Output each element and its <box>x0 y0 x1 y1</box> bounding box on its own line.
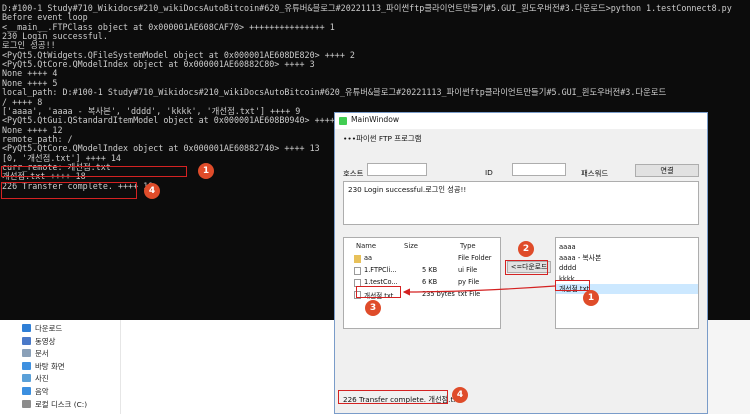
highlight-status <box>338 390 448 404</box>
nav-item-label: 동영상 <box>35 336 56 346</box>
remote-list-item[interactable]: aaaa <box>556 242 698 252</box>
nav-item[interactable]: 문서 <box>22 347 49 360</box>
explorer-margin <box>708 320 750 414</box>
connect-button[interactable]: 연결 <box>635 164 699 177</box>
nav-item-label: 로컬 디스크 (C:) <box>35 399 88 409</box>
tree-row-size: 6 KB <box>422 278 438 286</box>
documents-folder-icon <box>22 349 31 358</box>
tree-row-type: txt File <box>458 290 481 298</box>
file-icon <box>354 267 361 275</box>
music-folder-icon <box>22 387 31 395</box>
tree-row-name: 1.testCo... <box>364 278 398 286</box>
host-label: 호스트 <box>343 169 364 178</box>
tree-row-type: py File <box>458 278 480 286</box>
program-heading: •••파이썬 FTP 프로그램 <box>343 134 422 143</box>
nav-item-label: 사진 <box>35 374 49 384</box>
remote-list-item[interactable]: aaaa - 복사본 <box>556 253 698 263</box>
tree-row-name: aa <box>364 254 373 262</box>
column-name[interactable]: Name <box>356 242 376 250</box>
console-line: local_path: D:#100-1 Study#710_Wikidocs#… <box>2 87 667 98</box>
log-entry: 230 Login successful.로그인 성공!! <box>348 185 467 194</box>
nav-item[interactable]: 사진 <box>22 372 49 385</box>
log-output[interactable]: 230 Login successful.로그인 성공!! <box>343 181 699 225</box>
console-line: D:#100-1 Study#710_Wikidocs#210_wikiDocs… <box>2 3 732 13</box>
folder-icon <box>354 255 361 263</box>
tree-row-name: 1.FTPCli... <box>364 266 397 274</box>
marker-3: 3 <box>365 300 381 316</box>
marker-2: 2 <box>518 241 534 257</box>
host-input[interactable] <box>367 163 427 176</box>
nav-item-label: 음악 <box>35 387 49 396</box>
marker-1-window: 1 <box>583 290 599 306</box>
column-size[interactable]: Size <box>404 242 418 250</box>
nav-item[interactable]: 동영상 <box>22 335 55 348</box>
id-input[interactable] <box>512 163 566 176</box>
pictures-folder-icon <box>22 374 31 383</box>
tree-row[interactable]: 1.FTPCli... 5 KB ui File <box>348 266 498 276</box>
password-label: 패스워드 <box>581 169 609 178</box>
marker-4-console: 4 <box>144 183 160 199</box>
nav-divider <box>120 320 121 414</box>
id-label: ID <box>485 168 493 177</box>
tree-row-size: 5 KB <box>422 266 438 274</box>
marker-4-window: 4 <box>452 387 468 403</box>
nav-item[interactable]: 음악 <box>22 385 49 398</box>
tree-row[interactable]: aa File Folder <box>348 254 498 264</box>
nav-item-label: 바탕 화면 <box>35 361 65 371</box>
nav-item[interactable]: 로컬 디스크 (C:) <box>22 398 87 411</box>
highlight-download-button <box>505 260 548 275</box>
highlight-remote-file <box>555 280 590 291</box>
highlight-curr-remote <box>1 166 187 177</box>
video-folder-icon <box>22 336 31 345</box>
tree-row-type: ui File <box>458 266 478 274</box>
nav-item-label: 문서 <box>35 349 49 359</box>
local-file-tree[interactable]: Name Size Type aa File Folder 1.FTPCli... 5… <box>343 237 501 329</box>
title-bar: MainWindow <box>335 113 707 129</box>
marker-1-console: 1 <box>198 163 214 179</box>
tree-row-size: 235 bytes <box>422 290 455 298</box>
column-type[interactable]: Type <box>460 242 476 250</box>
drive-icon <box>22 399 31 408</box>
window-title: MainWindow <box>351 115 400 124</box>
highlight-transfer-complete <box>1 182 137 199</box>
highlight-local-file <box>356 286 401 298</box>
desktop-folder-icon <box>22 361 31 370</box>
remote-list-item[interactable]: dddd <box>556 263 698 273</box>
tree-row-type: File Folder <box>458 254 492 262</box>
qt-app-icon <box>339 117 347 125</box>
nav-item[interactable]: 바탕 화면 <box>22 360 65 373</box>
download-folder-icon <box>22 324 31 332</box>
nav-item-label: 다운로드 <box>35 324 63 333</box>
nav-item[interactable]: 다운로드 <box>22 322 62 335</box>
